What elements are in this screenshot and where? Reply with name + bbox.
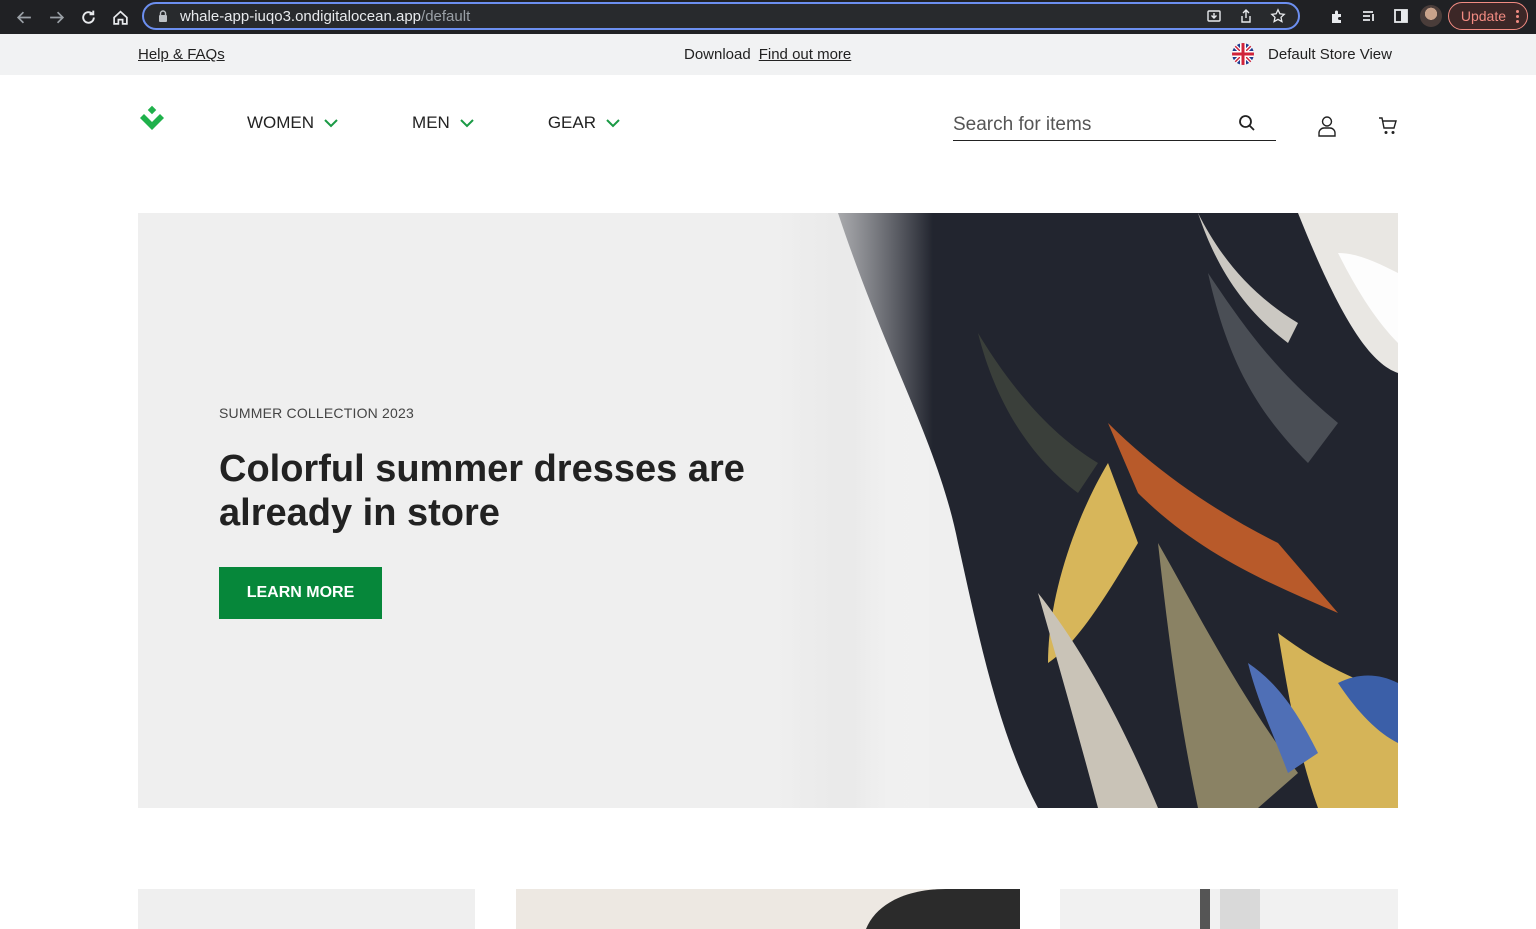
side-panel-icon[interactable] [1388, 2, 1414, 30]
chevron-down-icon [606, 119, 620, 128]
star-icon[interactable] [1264, 7, 1292, 25]
promo-card-image [1200, 889, 1260, 929]
forward-icon[interactable] [40, 2, 72, 32]
cart-icon[interactable] [1378, 116, 1398, 136]
user-account-icon[interactable] [1317, 115, 1337, 137]
promo-card[interactable] [138, 889, 475, 929]
nav-gear-label: GEAR [547, 113, 597, 132]
update-button[interactable]: Update [1447, 2, 1528, 30]
address-bar[interactable]: whale-app-iuqo3.ondigitalocean.app/defau… [142, 2, 1300, 30]
store-switcher[interactable]: Default Store View [1232, 43, 1392, 65]
nav-gear[interactable]: GEAR [548, 113, 620, 133]
chevron-down-icon [324, 119, 338, 128]
learn-more-button[interactable]: LEARN MORE [219, 567, 382, 619]
hero-eyebrow: SUMMER COLLECTION 2023 [219, 405, 415, 421]
main-nav: WOMEN MEN GEAR [247, 113, 694, 133]
lock-icon [159, 10, 167, 22]
chevron-down-icon [460, 119, 474, 128]
url-host: whale-app-iuqo3.ondigitalocean.app [180, 7, 422, 25]
more-icon[interactable] [1516, 9, 1519, 23]
profile-avatar[interactable] [1419, 5, 1442, 27]
hero-image [778, 213, 1398, 808]
nav-men-label: MEN [412, 113, 450, 132]
hero-headline: Colorful summer dresses are already in s… [219, 448, 745, 534]
nav-women-label: WOMEN [247, 113, 315, 132]
find-out-more-link[interactable]: Find out more [759, 46, 852, 63]
promo-card[interactable] [1060, 889, 1398, 929]
nav-women[interactable]: WOMEN [247, 113, 338, 133]
download-text: Download [684, 46, 751, 63]
site-header: WOMEN MEN GEAR [0, 75, 1536, 213]
reading-list-icon[interactable] [1356, 2, 1382, 30]
browser-toolbar: whale-app-iuqo3.ondigitalocean.app/defau… [0, 0, 1536, 34]
share-icon[interactable] [1232, 7, 1260, 25]
back-icon[interactable] [8, 2, 40, 32]
brand-logo-icon[interactable] [138, 105, 166, 135]
reload-icon[interactable] [72, 2, 104, 32]
url-path: /default [421, 7, 471, 25]
install-icon[interactable] [1200, 7, 1228, 25]
home-icon[interactable] [104, 2, 136, 32]
search-icon[interactable] [1238, 114, 1256, 132]
store-view-label: Default Store View [1268, 45, 1392, 63]
promo-card[interactable] [516, 889, 1020, 929]
hero-banner: SUMMER COLLECTION 2023 Colorful summer d… [138, 213, 1398, 808]
promo-card-image [866, 889, 1020, 929]
update-label: Update [1460, 8, 1506, 24]
top-bar: Help & FAQs Download Find out more Defaul… [0, 34, 1536, 75]
uk-flag-icon [1232, 43, 1255, 65]
nav-men[interactable]: MEN [412, 113, 474, 133]
help-faqs-link[interactable]: Help & FAQs [138, 46, 225, 63]
search-box [953, 109, 1276, 141]
search-input[interactable] [953, 113, 1233, 136]
download-promo: Download Find out more [684, 46, 851, 63]
extensions-icon[interactable] [1324, 2, 1350, 30]
